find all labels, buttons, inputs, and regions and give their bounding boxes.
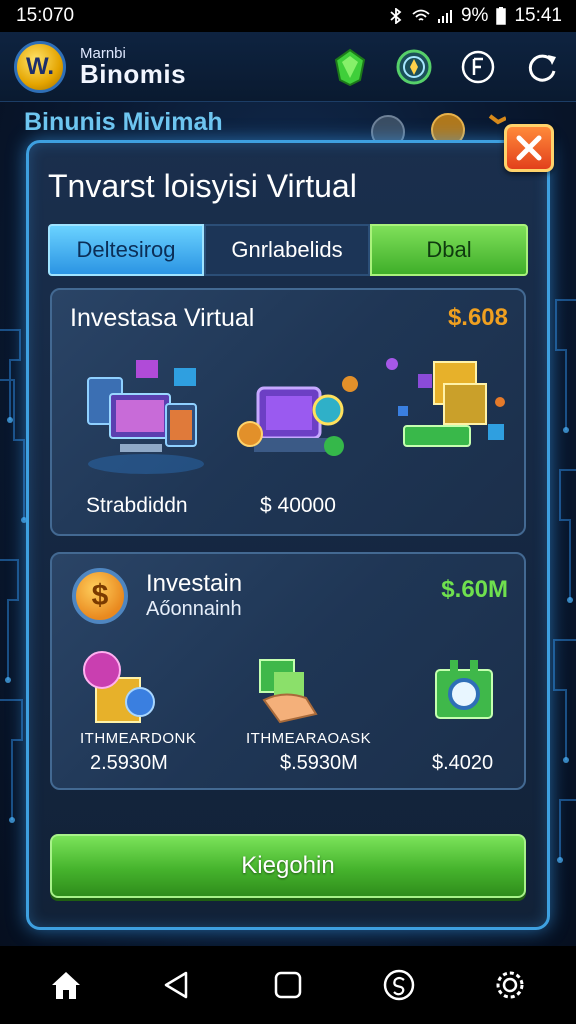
tab-dbal[interactable]: Dbal [370,224,528,276]
signal-icon [437,10,452,23]
status-icons [387,8,453,24]
card-subtitle: Aőonnainh [146,598,242,620]
battery-icon [496,7,507,25]
hand-cube-illustration [259,659,318,724]
card-title: Investasa Virtual [70,304,255,332]
status-time-right: 15:41 [514,5,562,26]
square-icon[interactable] [258,955,318,1015]
tab-gnrlabelids[interactable]: Gnrlabelids [204,224,370,276]
navigation-bar [0,946,576,1024]
investment-summary-card[interactable]: $ Investain Aőonnainh $.60M ITHMEARDONK … [50,552,526,790]
primary-action-button[interactable]: Kiegohin [50,834,526,898]
gaming-device-illustration [237,376,358,456]
item-price: $ 40000 [260,494,336,517]
settings-icon[interactable] [480,955,540,1015]
app-logo[interactable]: W. [14,40,66,93]
computer-illustration [87,360,204,474]
brand-title: Binomis [80,59,187,89]
status-right: 9% 15:41 [387,5,562,27]
item-value: $.4020 [432,752,494,774]
dollar-coin-icon: $ [72,568,128,624]
wifi-icon [412,9,430,21]
section-subheading: Binunis Mivimah [24,108,223,136]
item-value: $.5930M [280,752,358,774]
logo-letter: W. [26,52,54,80]
card-value: $.608 [447,304,508,331]
gem-icon[interactable] [330,47,370,87]
item-label: Strabdiddn [86,494,188,517]
item-name: ITHMEARDONK [80,730,197,747]
bluetooth-icon [390,8,402,24]
currency-icon[interactable] [458,47,498,87]
tab-deltesirog[interactable]: Deltesirog [48,224,204,276]
virtual-investment-card[interactable]: Investasa Virtual $.608 Strabdiddn $ 400… [50,288,526,536]
coin-symbol: $ [91,579,109,612]
refresh-icon[interactable] [522,47,562,87]
status-time-left: 15:070 [16,5,75,26]
close-icon [516,135,542,161]
item-value: 2.5930M [90,752,168,774]
tab-bar: Deltesirog Gnrlabelids Dbal [48,224,528,276]
brand: Marnbi Binomis [80,46,186,87]
coin-circle-icon[interactable] [369,955,429,1015]
card-title: Investain [146,570,243,597]
crypto-cubes-illustration [386,358,505,447]
home-icon[interactable] [36,955,96,1015]
modal-title: Tnvarst loisyisi Virtual [48,168,357,204]
close-button[interactable] [504,124,554,172]
battery-percent: 9% [460,5,489,26]
app-header: W. Marnbi Binomis [0,32,576,102]
blocks-coin-illustration [83,651,155,723]
item-name: ITHMEARAOASK [246,730,372,747]
status-bar: 15:070 9% 15:41 [0,0,576,32]
compass-icon[interactable] [394,47,434,87]
card-value: $.60M [441,576,508,603]
gear-card-icon [435,660,493,719]
header-icons [330,47,562,87]
back-icon[interactable] [147,955,207,1015]
